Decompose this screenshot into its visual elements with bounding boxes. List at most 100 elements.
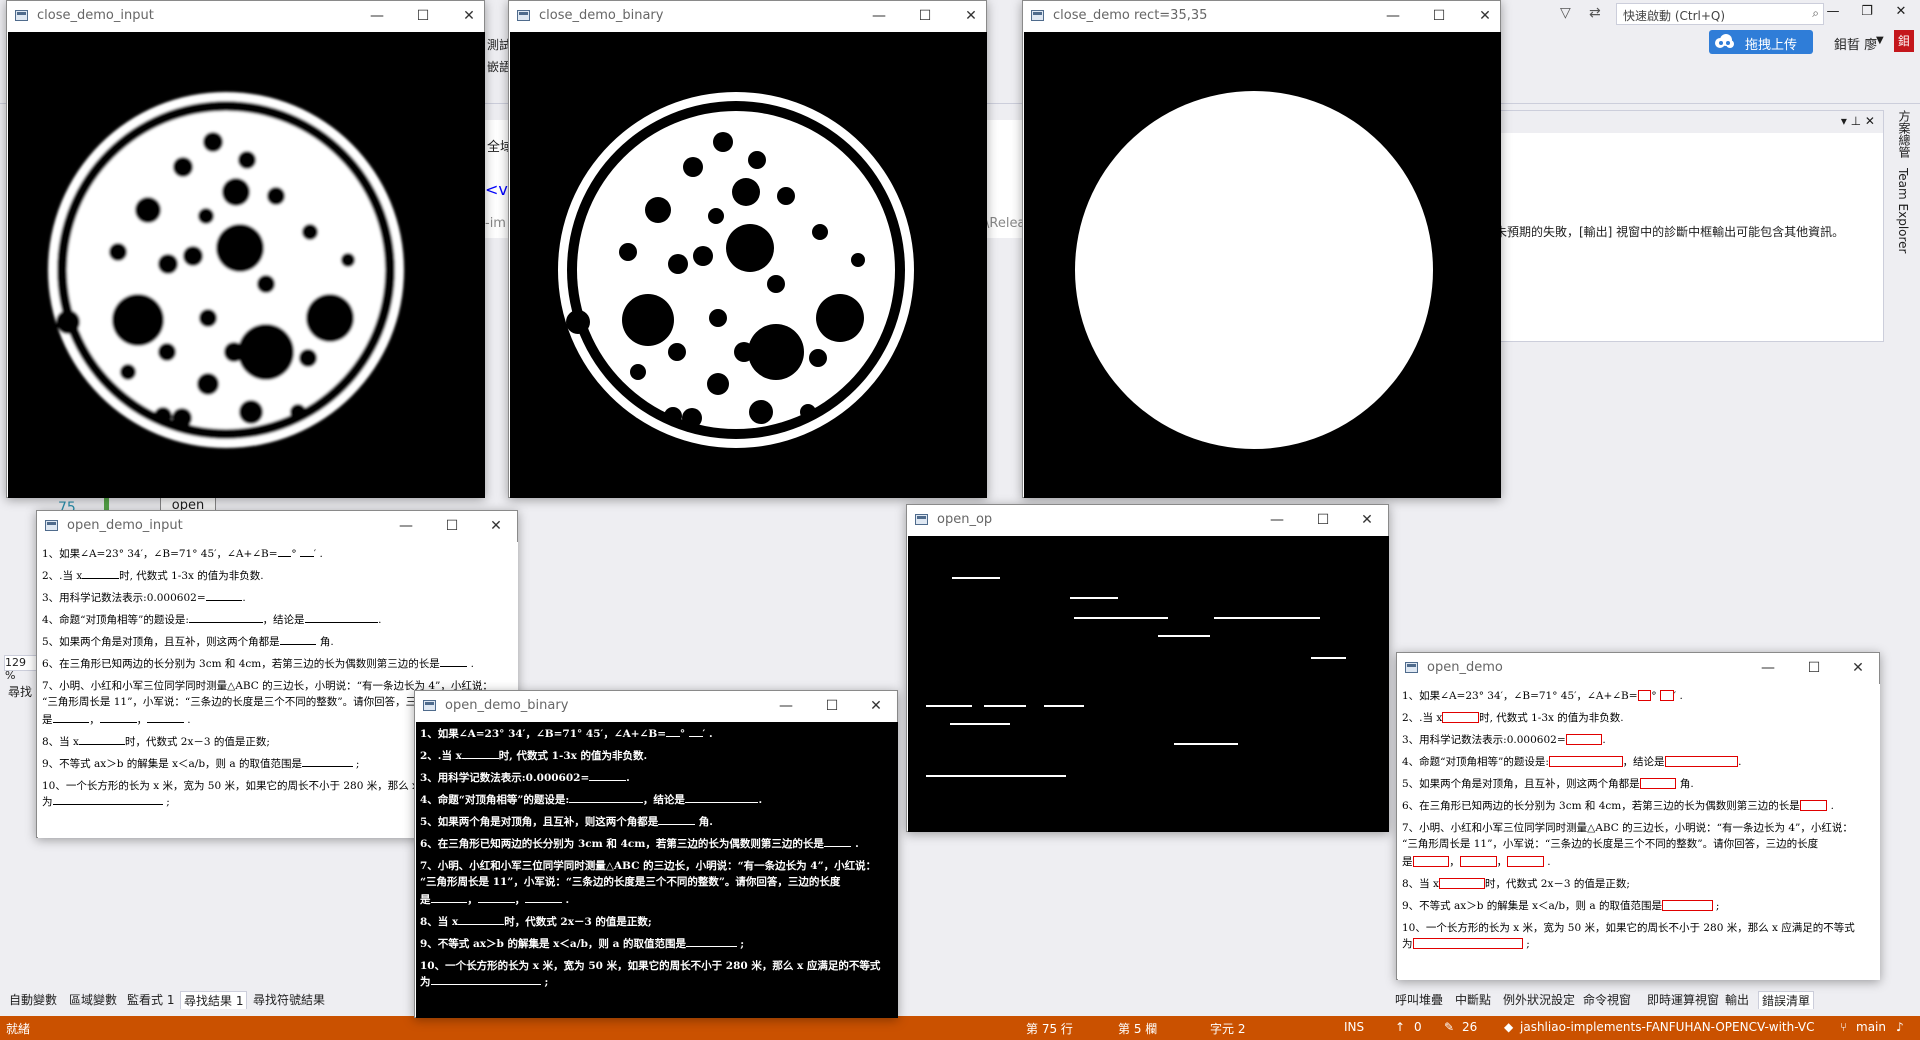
find-results-label: 尋找 bbox=[8, 685, 33, 699]
exam-line: 7、小明、小红和小军三位同学同时测量△ABC 的三边长，小明说：“有一条边长为 … bbox=[1402, 822, 1853, 834]
tab-solution-explorer[interactable]: 方案總管 bbox=[1896, 110, 1913, 158]
close-button[interactable]: ✕ bbox=[1462, 1, 1508, 31]
underline-segments-image bbox=[926, 577, 1346, 777]
feedback-icon[interactable]: ⇄ bbox=[1589, 5, 1601, 21]
bottom-tab[interactable]: 中斷點 bbox=[1452, 991, 1494, 1009]
exam-line: 6、在三角形已知两边的长分别为 3cm 和 4cm，若第三边的长为偶数则第三边的… bbox=[420, 838, 859, 850]
status-pencil-count[interactable]: 26 bbox=[1462, 1020, 1477, 1034]
status-ins: INS bbox=[1344, 1020, 1365, 1034]
bottom-tab[interactable]: 自動變數 bbox=[6, 991, 60, 1009]
window-titlebar[interactable]: open_op — ☐ ✕ bbox=[907, 505, 1388, 535]
bottom-tab[interactable]: 呼叫堆疊 bbox=[1392, 991, 1446, 1009]
dock-panel-header: ▾ ⊥ ✕ bbox=[1495, 111, 1883, 133]
pencil-icon: ✎ bbox=[1444, 1020, 1455, 1034]
zoom-level[interactable]: 129 % bbox=[4, 655, 40, 682]
open-demo-window[interactable]: open_demo — ☐ ✕ 1、如果∠A=23° 34′，∠B=71° 45… bbox=[1396, 652, 1880, 980]
quick-launch-input[interactable]: 快速啟動 (Ctrl+Q) ⌕ bbox=[1616, 3, 1824, 25]
bottom-tab[interactable]: 區域變數 bbox=[66, 991, 120, 1009]
avatar[interactable]: 鉬 bbox=[1894, 30, 1914, 52]
open-op-window[interactable]: open_op — ☐ ✕ bbox=[906, 504, 1389, 832]
arrow-up-icon: ↑ bbox=[1395, 1020, 1406, 1034]
exam-line: 是，， . bbox=[42, 714, 191, 726]
pin-icon[interactable]: ▾ ⊥ ✕ bbox=[1841, 114, 1875, 128]
bottom-tab[interactable]: 輸出 bbox=[1722, 991, 1752, 1009]
window-titlebar[interactable]: open_demo_binary — ☐ ✕ bbox=[415, 691, 897, 721]
close-button[interactable]: ✕ bbox=[473, 511, 519, 541]
close-button[interactable]: ✕ bbox=[1886, 4, 1916, 24]
exam-line: 8、当 x 时，代数式 2x－3 的值是正数; bbox=[42, 736, 270, 748]
cloud-icon bbox=[1715, 34, 1734, 48]
close-button[interactable]: ✕ bbox=[1835, 653, 1881, 683]
bottom-tab[interactable]: 例外狀況設定 bbox=[1500, 991, 1578, 1009]
exam-line: 8、当 x 时，代数式 2x－3 的值是正数; bbox=[1402, 878, 1630, 890]
minimize-button[interactable]: — bbox=[856, 1, 902, 31]
close-demo-binary-window[interactable]: close_demo_binary — ☐ ✕ bbox=[508, 0, 987, 498]
window-app-icon bbox=[15, 10, 28, 21]
exam-line: 9、不等式 ax＞b 的解集是 x＜a/b，则 a 的取值范围是 ; bbox=[1402, 900, 1720, 912]
open-demo-binary-window[interactable]: open_demo_binary — ☐ ✕ 1、如果∠A=23° 34′，∠B… bbox=[414, 690, 898, 1018]
minimize-button[interactable]: — bbox=[383, 511, 429, 541]
window-title: close_demo rect=35,35 bbox=[1053, 8, 1208, 23]
bottom-tab[interactable]: 尋找符號結果 bbox=[250, 991, 328, 1009]
exam-line: 3、用科学记数法表示:0.000602=. bbox=[42, 592, 246, 604]
window-titlebar[interactable]: open_demo — ☐ ✕ bbox=[1397, 653, 1879, 683]
exam-line: “三角形周长是 11”，小军说：“三条边的长度是三个不同的整数”。请你回答，三边… bbox=[420, 876, 841, 888]
close-button[interactable]: ✕ bbox=[948, 1, 994, 31]
exam-line: “三角形周长是 11”，小军说：“三条边的长度是三个不同的整数”。请你回答，三边… bbox=[42, 696, 459, 708]
maximize-button[interactable]: ☐ bbox=[400, 1, 446, 31]
tab-team-explorer[interactable]: Team Explorer bbox=[1896, 168, 1910, 254]
close-demo-input-window[interactable]: close_demo_input — ☐ ✕ bbox=[6, 0, 485, 498]
quick-launch-placeholder: 快速啟動 (Ctrl+Q) bbox=[1623, 9, 1726, 23]
minimize-button[interactable]: — bbox=[1254, 505, 1300, 535]
bell-icon[interactable]: ♪ bbox=[1896, 1020, 1904, 1034]
maximize-button[interactable]: ☐ bbox=[902, 1, 948, 31]
bottom-tab[interactable]: 即時運算視窗 bbox=[1644, 991, 1722, 1009]
window-titlebar[interactable]: open_demo_input — ☐ ✕ bbox=[37, 511, 517, 541]
exam-line: 8、当 x 时，代数式 2x－3 的值是正数; bbox=[420, 916, 652, 928]
exam-line: 10、一个长方形的长为 x 米，宽为 50 米，如果它的周长不小于 280 米，… bbox=[420, 960, 881, 972]
exam-line: 5、如果两个角是对顶角，且互补，则这两个角都是 角. bbox=[42, 636, 334, 648]
close-button[interactable]: ✕ bbox=[446, 1, 492, 31]
status-repo[interactable]: jashliao-implements-FANFUHAN-OPENCV-with… bbox=[1520, 1020, 1814, 1034]
close-demo-rect-window[interactable]: close_demo rect=35,35 — ☐ ✕ bbox=[1022, 0, 1501, 498]
upload-label: 拖拽上传 bbox=[1745, 38, 1798, 53]
maximize-button[interactable]: ☐ bbox=[1791, 653, 1837, 683]
minimize-button[interactable]: — bbox=[1370, 1, 1416, 31]
maximize-button[interactable]: ☐ bbox=[809, 691, 855, 721]
bottom-tab[interactable]: 尋找結果 1 bbox=[180, 991, 248, 1009]
exam-line: 为 ; bbox=[42, 796, 170, 808]
status-up-count[interactable]: 0 bbox=[1414, 1020, 1422, 1034]
bottom-tabs-right: 呼叫堆疊 中斷點 例外狀況設定 命令視窗 即時運算視窗 輸出 錯誤清單 bbox=[1386, 988, 1920, 1010]
maximize-button[interactable]: ☐ bbox=[1300, 505, 1346, 535]
upload-button[interactable]: 拖拽上传 bbox=[1709, 30, 1813, 54]
exam-line: 是，， . bbox=[420, 894, 570, 906]
close-button[interactable]: ✕ bbox=[853, 691, 899, 721]
vertical-tool-tabs: 方案總管 Team Explorer bbox=[1888, 110, 1920, 270]
chevron-down-icon[interactable]: ▼ bbox=[1876, 35, 1884, 46]
window-titlebar[interactable]: close_demo_input — ☐ ✕ bbox=[7, 1, 484, 31]
bottom-tab[interactable]: 命令視窗 bbox=[1580, 991, 1634, 1009]
minimize-button[interactable]: — bbox=[763, 691, 809, 721]
window-titlebar[interactable]: close_demo_binary — ☐ ✕ bbox=[509, 1, 986, 31]
maximize-button[interactable]: ☐ bbox=[1416, 1, 1462, 31]
minimize-button[interactable]: — bbox=[1818, 4, 1848, 24]
bottom-tab[interactable]: 錯誤清單 bbox=[1758, 991, 1815, 1009]
filled-circle-image bbox=[1075, 91, 1433, 449]
bottom-tabs-left: 自動變數 區域變數 監看式 1 尋找結果 1 尋找符號結果 bbox=[0, 988, 340, 1010]
minimize-button[interactable]: — bbox=[354, 1, 400, 31]
window-titlebar[interactable]: close_demo rect=35,35 — ☐ ✕ bbox=[1023, 1, 1500, 31]
exam-line: 4、命题“对顶角相等”的题设是: ，结论是. bbox=[1402, 756, 1742, 768]
bottom-tab[interactable]: 監看式 1 bbox=[124, 991, 177, 1009]
status-ready: 就緒 bbox=[6, 1022, 31, 1036]
status-branch[interactable]: main bbox=[1856, 1020, 1886, 1034]
exam-line: “三角形周长是 11”，小军说：“三条边的长度是三个不同的整数”。请你回答，三边… bbox=[1402, 838, 1819, 850]
window-app-icon bbox=[45, 520, 58, 531]
restore-button[interactable]: ❐ bbox=[1852, 4, 1882, 24]
user-name[interactable]: 鉬晢 廖 bbox=[1834, 34, 1877, 53]
close-button[interactable]: ✕ bbox=[1344, 505, 1390, 535]
right-dock-panel: ▾ ⊥ ✕ 未預期的失敗，[輸出] 視窗中的診斷中框輸出可能包含其他資訊。 bbox=[1494, 110, 1884, 342]
minimize-button[interactable]: — bbox=[1745, 653, 1791, 683]
maximize-button[interactable]: ☐ bbox=[429, 511, 475, 541]
window-app-icon bbox=[1031, 10, 1044, 21]
filter-icon[interactable]: ▽ bbox=[1560, 5, 1571, 21]
